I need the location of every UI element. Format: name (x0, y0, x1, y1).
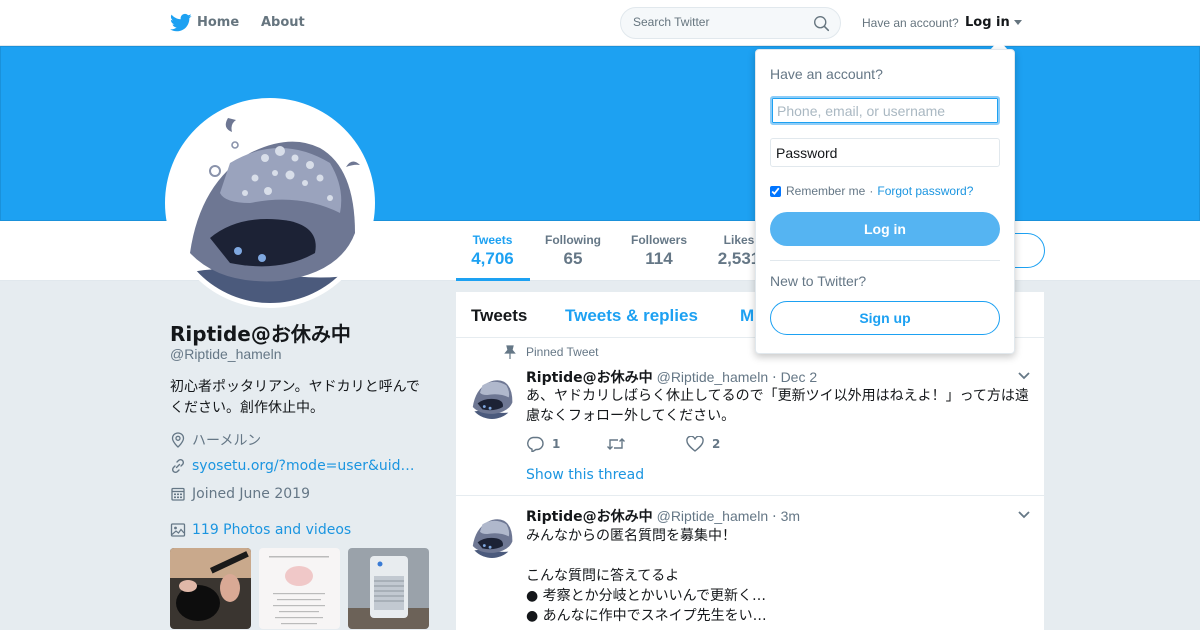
tweet-header: Riptide@お休み中 @Riptide_hameln · 3m (526, 506, 800, 526)
retweet-icon (607, 438, 625, 450)
login-label: Log in (965, 15, 1010, 30)
reply-icon (527, 436, 544, 452)
new-to-twitter-label: New to Twitter? (770, 273, 867, 289)
nav-about-label: About (261, 15, 305, 30)
login-menu-button[interactable]: Log in (965, 15, 1022, 30)
password-label: Password (776, 144, 838, 161)
tweet-text: あ、ヤドカリしばらく休止してるので「更新ツイ以外用はねえよ！」って方は遠慮なくフ… (526, 388, 1029, 424)
tab-tweets[interactable]: Tweets (471, 306, 527, 326)
tweet-separator: · (772, 509, 777, 525)
nav-home-label: Home (197, 15, 240, 30)
chevron-down-icon[interactable] (1018, 511, 1030, 519)
search-icon[interactable] (813, 15, 830, 32)
retweet-action[interactable] (606, 436, 686, 452)
show-thread-link[interactable]: Show this thread (526, 467, 644, 483)
tweet-latest[interactable]: Riptide@お休み中 @Riptide_hameln · 3m みんなからの… (456, 496, 1044, 630)
heater-photo-image (348, 548, 429, 629)
tweet-avatar[interactable] (468, 510, 516, 558)
photos-videos-label[interactable]: 119 Photos and videos (192, 522, 351, 538)
pinned-label: Pinned Tweet (526, 345, 599, 359)
profile-handle[interactable]: @Riptide_hameln (170, 346, 282, 362)
remember-separator: · (869, 184, 874, 198)
tweet-text: みんなからの匿名質問を募集中！ こんな質問に答えてるよ ● 考察とか分岐とかいい… (526, 528, 767, 624)
tweet-pinned[interactable]: Pinned Tweet Riptide@お休み中 @Riptide_hamel… (456, 339, 1044, 495)
stat-tweets-label: Tweets (472, 233, 513, 247)
chevron-down-icon[interactable] (1018, 372, 1030, 380)
location-pin-icon (171, 432, 185, 448)
nav-about[interactable]: About (261, 15, 305, 30)
tweet-timestamp[interactable]: Dec 2 (781, 369, 818, 385)
tweet-actions: 1 2 (526, 436, 766, 452)
tweet-avatar[interactable] (468, 371, 516, 419)
account-prompt: Have an account? (862, 16, 959, 30)
pin-icon (504, 345, 516, 359)
like-action[interactable]: 2 (686, 436, 766, 452)
document-photo-image (259, 548, 340, 629)
stat-followers-value: 114 (645, 249, 673, 268)
photo-thumb-guitar[interactable] (170, 548, 251, 629)
profile-name[interactable]: Riptide@お休み中 (170, 318, 351, 347)
profile-avatar[interactable] (165, 98, 375, 308)
stat-following[interactable]: Following 65 (543, 233, 603, 269)
photo-thumb-heater[interactable] (348, 548, 429, 629)
hermit-crab-avatar-image (170, 103, 370, 303)
tab-media[interactable]: M (740, 306, 754, 326)
joined-text: Joined June 2019 (192, 486, 310, 502)
search-input[interactable]: Search Twitter (633, 15, 709, 29)
username-field[interactable] (770, 96, 1000, 125)
photo-icon (170, 523, 186, 537)
caret-down-icon (1013, 20, 1022, 25)
reply-count: 1 (552, 437, 561, 451)
login-dropdown: Have an account? Password Remember me · … (755, 49, 1015, 354)
tweet-author-handle[interactable]: @Riptide_hameln (657, 369, 769, 385)
profile-joined: Joined June 2019 (170, 486, 310, 502)
signup-button[interactable]: Sign up (770, 301, 1000, 335)
pinned-tweet-indicator: Pinned Tweet (504, 345, 599, 359)
heart-icon (686, 436, 704, 452)
calendar-icon (171, 487, 185, 501)
link-icon (171, 458, 185, 474)
stat-followers-label: Followers (630, 233, 687, 247)
like-count: 2 (712, 437, 721, 451)
stat-tweets[interactable]: Tweets 4,706 (470, 233, 515, 269)
remember-me-checkbox[interactable] (770, 185, 781, 197)
photos-videos-link[interactable]: 119 Photos and videos (170, 522, 351, 538)
forgot-password-link[interactable]: Forgot password? (877, 184, 973, 198)
photo-thumb-document[interactable] (259, 548, 340, 629)
reply-action[interactable]: 1 (526, 436, 606, 452)
hermit-crab-avatar-small (468, 371, 516, 419)
tweet-author-handle[interactable]: @Riptide_hameln (657, 508, 769, 524)
top-navigation-bar: Home About Search Twitter Have an accoun… (0, 0, 1200, 46)
tweet-author-name[interactable]: Riptide@お休み中 (526, 506, 653, 526)
stat-tweets-value: 4,706 (471, 249, 514, 268)
remember-me-label[interactable]: Remember me (786, 184, 865, 198)
password-field[interactable]: Password (770, 138, 1000, 167)
stat-following-value: 65 (563, 249, 583, 268)
guitar-photo-image (170, 548, 251, 629)
location-text: ハーメルン (192, 433, 262, 449)
tweet-separator: · (772, 370, 777, 386)
profile-bio: 初心者ポッタリアン。ヤドカリと呼んでください。創作休止中。 (170, 379, 420, 416)
tab-tweets-replies[interactable]: Tweets & replies (565, 306, 698, 326)
tweet-header: Riptide@お休み中 @Riptide_hameln · Dec 2 (526, 367, 817, 387)
profile-website[interactable]: syosetu.org/?mode=user&uid… (170, 458, 415, 474)
search-box[interactable]: Search Twitter (620, 7, 841, 39)
profile-location: ハーメルン (170, 430, 261, 450)
remember-me-row: Remember me · Forgot password? (770, 184, 973, 198)
login-button[interactable]: Log in (770, 212, 1000, 246)
twitter-bird-icon[interactable] (170, 13, 192, 33)
tweet-author-name[interactable]: Riptide@お休み中 (526, 367, 653, 387)
active-stat-underline (456, 278, 530, 281)
nav-home[interactable]: Home (197, 15, 239, 30)
login-dropdown-title: Have an account? (770, 66, 883, 82)
tweet-timestamp[interactable]: 3m (781, 508, 800, 524)
hermit-crab-avatar-small (468, 510, 516, 558)
website-link[interactable]: syosetu.org/?mode=user&uid… (192, 458, 415, 474)
stat-following-label: Following (545, 233, 601, 247)
dropdown-divider (770, 260, 1000, 261)
stat-followers[interactable]: Followers 114 (628, 233, 690, 269)
